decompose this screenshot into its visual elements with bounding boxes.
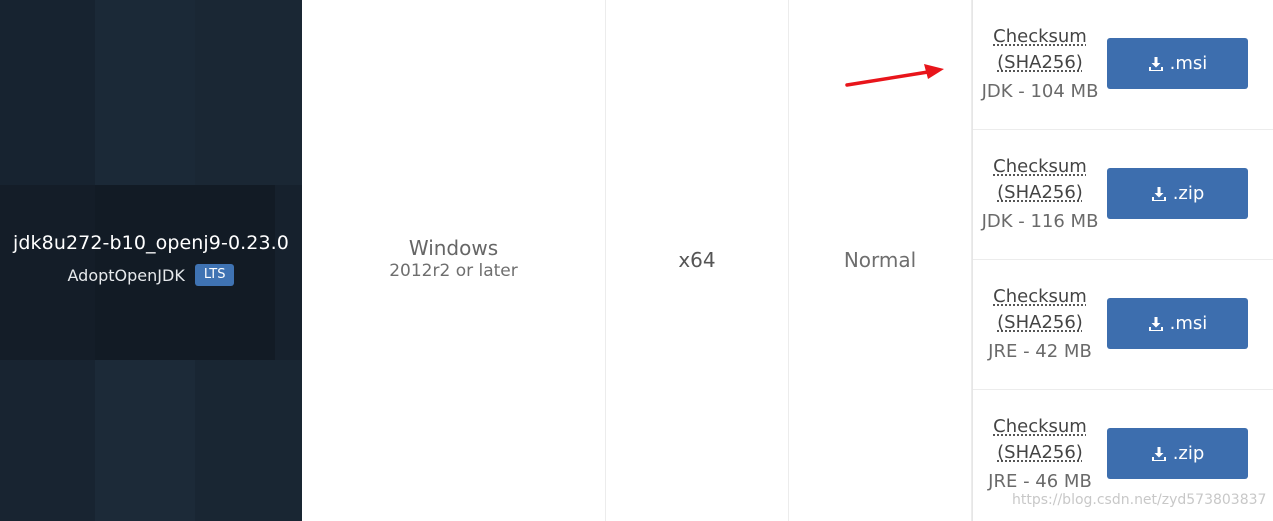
vendor-name: AdoptOpenJDK (67, 265, 185, 285)
download-row-jre-msi: Checksum (SHA256) JRE - 42 MB .msi (973, 260, 1273, 390)
watermark: https://blog.csdn.net/zyd573803837 (1012, 492, 1267, 508)
os-info: Windows 2012r2 or later (302, 236, 605, 282)
download-zip-button[interactable]: .zip (1107, 168, 1248, 219)
downloads-cell: Checksum (SHA256) JDK - 104 MB .msi Chec… (972, 0, 1273, 521)
lts-badge: LTS (194, 264, 235, 286)
os-cell: Windows 2012r2 or later (302, 0, 606, 521)
download-info: Checksum (SHA256) JRE - 42 MB (973, 284, 1107, 365)
red-arrow-icon (845, 64, 944, 87)
os-version: 2012r2 or later (389, 261, 518, 281)
download-icon (1148, 316, 1164, 332)
download-info: Checksum (SHA256) JDK - 104 MB (973, 24, 1107, 105)
checksum-link-line1: Checksum (993, 416, 1087, 437)
checksum-link-line2: (SHA256) (997, 312, 1083, 333)
checksum-link-line1: Checksum (993, 156, 1087, 177)
download-icon (1148, 56, 1164, 72)
checksum-link[interactable]: Checksum (SHA256) (973, 284, 1107, 336)
checksum-link-line2: (SHA256) (997, 182, 1083, 203)
download-button-label: .msi (1169, 313, 1208, 334)
checksum-link-line2: (SHA256) (997, 442, 1083, 463)
download-row-jdk-zip: Checksum (SHA256) JDK - 116 MB .zip (973, 130, 1273, 260)
download-info: Checksum (SHA256) JRE - 46 MB (973, 414, 1107, 495)
download-msi-button[interactable]: .msi (1107, 298, 1248, 349)
download-size: JDK - 116 MB (981, 211, 1099, 232)
download-icon (1151, 446, 1167, 462)
architecture-cell: x64 (606, 0, 789, 521)
download-size: JDK - 104 MB (981, 81, 1099, 102)
heap-size-label: Normal (843, 248, 917, 272)
release-info: jdk8u272-b10_openj9-0.23.0 AdoptOpenJDK … (0, 229, 302, 287)
download-msi-button[interactable]: .msi (1107, 38, 1248, 89)
checksum-link[interactable]: Checksum (SHA256) (973, 154, 1107, 206)
os-name: Windows (408, 236, 499, 260)
checksum-link-line1: Checksum (993, 286, 1087, 307)
download-button-label: .zip (1172, 443, 1205, 464)
download-zip-button[interactable]: .zip (1107, 428, 1248, 479)
release-table: jdk8u272-b10_openj9-0.23.0 AdoptOpenJDK … (0, 0, 1273, 521)
checksum-link-line1: Checksum (993, 26, 1087, 47)
checksum-link[interactable]: Checksum (SHA256) (973, 414, 1107, 466)
release-name: jdk8u272-b10_openj9-0.23.0 (12, 232, 289, 254)
download-info: Checksum (SHA256) JDK - 116 MB (973, 154, 1107, 235)
architecture-label: x64 (678, 248, 716, 272)
checksum-link[interactable]: Checksum (SHA256) (973, 24, 1107, 76)
vendor-line: AdoptOpenJDK LTS (0, 263, 302, 287)
release-cell: jdk8u272-b10_openj9-0.23.0 AdoptOpenJDK … (0, 0, 302, 521)
download-button-label: .msi (1169, 53, 1208, 74)
download-row-jdk-msi: Checksum (SHA256) JDK - 104 MB .msi (973, 0, 1273, 130)
download-icon (1151, 186, 1167, 202)
download-button-label: .zip (1172, 183, 1205, 204)
checksum-link-line2: (SHA256) (997, 52, 1083, 73)
download-size: JRE - 42 MB (988, 341, 1092, 362)
